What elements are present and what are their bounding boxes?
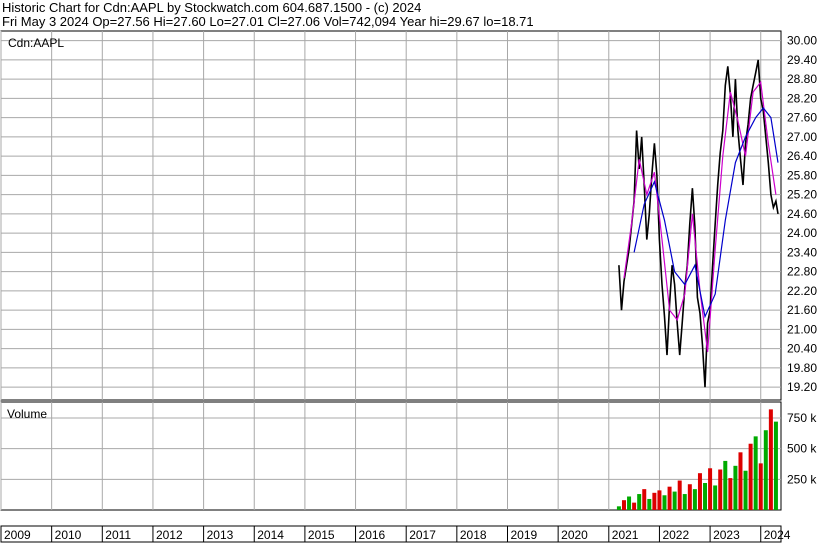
year-tick-label: 2017 [409, 528, 436, 542]
year-tick-label: 2012 [156, 528, 183, 542]
volume-bar [697, 473, 702, 510]
volume-bar [713, 485, 718, 510]
price-y-ticks: 30.00 29.40 28.80 28.20 27.60 27.00 26.40 25.80… [787, 34, 817, 395]
volume-bar [657, 490, 662, 510]
year-tick-label: 2023 [713, 528, 740, 542]
year-tick-label: 2015 [308, 528, 335, 542]
price-tick-label: 27.00 [787, 130, 817, 144]
volume-bar [662, 495, 667, 510]
volume-bar [753, 436, 758, 510]
volume-bar [763, 430, 768, 510]
price-tick-label: 27.60 [787, 111, 817, 125]
year-tick-label: 2018 [460, 528, 487, 542]
price-tick-label: 20.40 [787, 342, 817, 356]
price-tick-label: 24.00 [787, 226, 817, 240]
volume-bar [708, 468, 713, 510]
volume-y-ticks: 750 k 500 k 250 k [787, 411, 817, 486]
volume-bar [773, 421, 778, 510]
price-tick-label: 19.80 [787, 361, 817, 375]
year-tick-label: 2021 [612, 528, 639, 542]
price-tick-label: 24.60 [787, 207, 817, 221]
symbol-label: Cdn:AAPL [8, 36, 64, 50]
volume-bar [616, 506, 621, 510]
price-tick-label: 28.80 [787, 72, 817, 86]
volume-bar [723, 460, 728, 510]
volume-bar [703, 483, 708, 510]
volume-bar [748, 443, 753, 510]
volume-bar [728, 478, 733, 510]
volume-bar [768, 409, 773, 510]
volume-bar [637, 494, 642, 510]
volume-bar [677, 480, 682, 510]
price-tick-label: 22.20 [787, 284, 817, 298]
volume-bar [632, 502, 637, 510]
price-tick-label: 26.40 [787, 149, 817, 163]
price-tick-label: 25.80 [787, 168, 817, 182]
volume-bar [692, 489, 697, 510]
volume-tick-label: 500 k [787, 442, 817, 456]
volume-bar [738, 452, 743, 510]
price-tick-label: 21.00 [787, 322, 817, 336]
year-tick-label: 2011 [105, 528, 131, 542]
price-tick-label: 30.00 [787, 34, 817, 48]
volume-panel-title: Volume [7, 407, 47, 421]
volume-bar [642, 489, 647, 510]
price-panel [0, 30, 782, 401]
volume-bar [627, 496, 632, 510]
year-tick-label: 2024 [764, 528, 791, 542]
stock-chart: 30.00 29.40 28.80 28.20 27.60 27.00 26.40 25.80… [0, 30, 817, 543]
volume-bar [621, 500, 626, 510]
price-tick-label: 23.40 [787, 245, 817, 259]
price-tick-label: 29.40 [787, 53, 817, 67]
volume-bar [652, 492, 657, 510]
price-tick-label: 19.20 [787, 380, 817, 394]
year-tick-label: 2013 [207, 528, 234, 542]
volume-bar [718, 469, 723, 510]
volume-bar [733, 465, 738, 510]
volume-bar [743, 470, 748, 510]
year-tick-label: 2016 [359, 528, 386, 542]
price-tick-label: 22.80 [787, 265, 817, 279]
year-tick-label: 2014 [257, 528, 284, 542]
price-tick-label: 21.60 [787, 303, 817, 317]
volume-bar [667, 486, 672, 510]
price-tick-label: 25.20 [787, 188, 817, 202]
volume-bar [672, 491, 677, 510]
volume-bar [687, 484, 692, 510]
volume-bar [682, 494, 687, 510]
year-tick-label: 2022 [662, 528, 689, 542]
year-tick-label: 2019 [510, 528, 537, 542]
volume-tick-label: 750 k [787, 411, 817, 425]
volume-tick-label: 250 k [787, 472, 817, 486]
year-tick-label: 2020 [561, 528, 588, 542]
volume-bar [758, 463, 763, 510]
volume-bar [647, 498, 652, 510]
price-tick-label: 28.20 [787, 91, 817, 105]
year-tick-label: 2009 [4, 528, 31, 542]
year-tick-label: 2010 [55, 528, 82, 542]
